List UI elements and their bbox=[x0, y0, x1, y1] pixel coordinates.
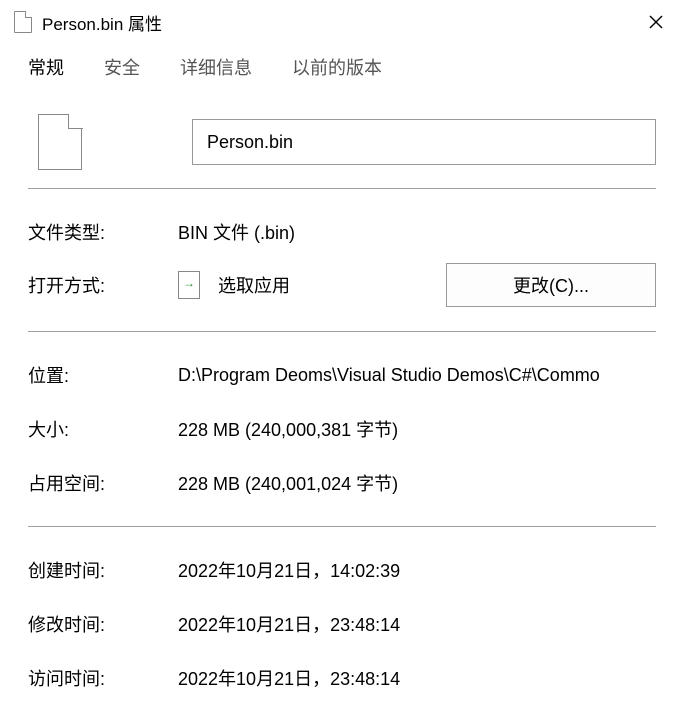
value-created: 2022年10月21日，14:02:39 bbox=[178, 557, 656, 583]
titlebar: Person.bin 属性 bbox=[0, 0, 684, 44]
label-size: 大小: bbox=[28, 416, 178, 442]
row-modified: 修改时间: 2022年10月21日，23:48:14 bbox=[28, 599, 656, 649]
value-size-on-disk: 228 MB (240,001,024 字节) bbox=[178, 470, 656, 496]
row-location: 位置: D:\Program Deoms\Visual Studio Demos… bbox=[28, 350, 656, 400]
label-opens-with: 打开方式: bbox=[28, 272, 178, 298]
separator bbox=[28, 526, 656, 527]
label-created: 创建时间: bbox=[28, 557, 178, 583]
tab-general[interactable]: 常规 bbox=[8, 44, 84, 92]
label-size-on-disk: 占用空间: bbox=[28, 470, 178, 496]
row-created: 创建时间: 2022年10月21日，14:02:39 bbox=[28, 545, 656, 595]
label-accessed: 访问时间: bbox=[28, 665, 178, 691]
value-size: 228 MB (240,000,381 字节) bbox=[178, 416, 656, 442]
row-accessed: 访问时间: 2022年10月21日，23:48:14 bbox=[28, 653, 656, 703]
row-size: 大小: 228 MB (240,000,381 字节) bbox=[28, 404, 656, 454]
value-accessed: 2022年10月21日，23:48:14 bbox=[178, 665, 656, 691]
value-modified: 2022年10月21日，23:48:14 bbox=[178, 611, 656, 637]
file-icon bbox=[14, 11, 32, 33]
file-type-icon bbox=[38, 114, 82, 170]
tab-security[interactable]: 安全 bbox=[84, 44, 160, 92]
filename-row bbox=[28, 114, 656, 170]
change-button[interactable]: 更改(C)... bbox=[446, 263, 656, 307]
separator bbox=[28, 331, 656, 332]
close-icon[interactable] bbox=[628, 0, 684, 44]
row-size-on-disk: 占用空间: 228 MB (240,001,024 字节) bbox=[28, 458, 656, 508]
row-filetype: 文件类型: BIN 文件 (.bin) bbox=[28, 207, 656, 257]
window-title: Person.bin 属性 bbox=[42, 10, 628, 35]
value-opens-with: 选取应用 bbox=[218, 272, 446, 298]
tab-details[interactable]: 详细信息 bbox=[160, 44, 272, 92]
value-location: D:\Program Deoms\Visual Studio Demos\C#\… bbox=[178, 365, 656, 386]
label-filetype: 文件类型: bbox=[28, 219, 178, 245]
value-filetype: BIN 文件 (.bin) bbox=[178, 219, 656, 245]
filename-input[interactable] bbox=[192, 119, 656, 165]
row-opens-with: 打开方式: 选取应用 更改(C)... bbox=[28, 257, 656, 313]
separator bbox=[28, 188, 656, 189]
tab-bar: 常规 安全 详细信息 以前的版本 bbox=[0, 44, 684, 92]
label-location: 位置: bbox=[28, 362, 178, 388]
tab-content-general: 文件类型: BIN 文件 (.bin) 打开方式: 选取应用 更改(C)... … bbox=[0, 92, 684, 703]
open-with-app-icon bbox=[178, 271, 200, 299]
tab-previous-versions[interactable]: 以前的版本 bbox=[272, 44, 402, 92]
label-modified: 修改时间: bbox=[28, 611, 178, 637]
